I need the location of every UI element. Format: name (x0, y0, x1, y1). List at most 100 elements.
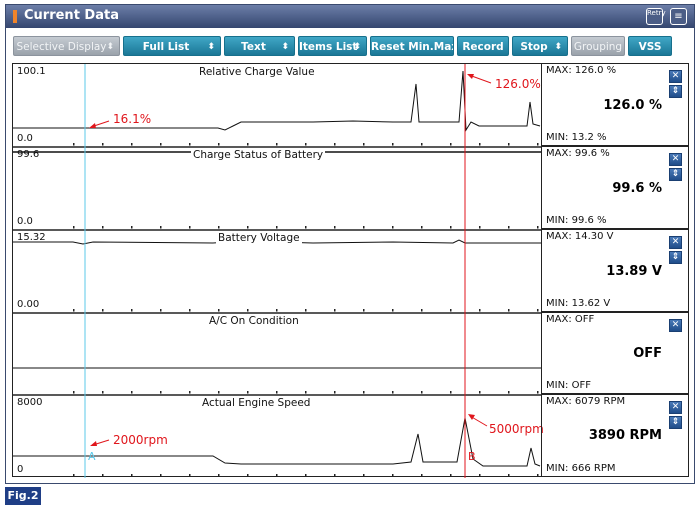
tick-mark (392, 309, 394, 312)
close-icon[interactable]: ✕ (669, 153, 682, 166)
annotation-relative-charge-min: 16.1% (113, 112, 152, 126)
tick-mark (305, 391, 307, 394)
tick-mark (160, 309, 162, 312)
tick-mark (421, 474, 423, 477)
tick-mark (450, 474, 452, 477)
tick-mark (508, 309, 510, 312)
tick-mark (218, 474, 220, 477)
tick-mark (218, 391, 220, 394)
tick-mark (73, 474, 75, 477)
tick-mark (131, 309, 133, 312)
annotation-relative-charge-max: 126.0% (495, 77, 541, 91)
tick-mark (218, 309, 220, 312)
tick-mark (479, 226, 481, 229)
reorder-icon[interactable]: ⇕ (669, 85, 682, 98)
tick-mark (479, 143, 481, 146)
close-icon[interactable]: ✕ (669, 401, 682, 414)
tick-mark (479, 309, 481, 312)
graph-3-title: Battery Voltage (216, 232, 302, 244)
tick-mark (363, 391, 365, 394)
figure-label: Fig.2 (5, 487, 41, 505)
tick-mark (102, 226, 104, 229)
retry-icon[interactable]: Retry (646, 8, 666, 25)
tick-mark (421, 309, 423, 312)
spinner-icon: ⬍ (106, 42, 114, 52)
panel-current-value: 126.0 % (603, 98, 662, 113)
tick-marks (73, 143, 539, 477)
tick-mark (189, 391, 191, 394)
record-button[interactable]: Record (457, 36, 509, 56)
tick-mark (102, 391, 104, 394)
graph-3-min: 0.00 (17, 299, 40, 310)
tick-mark (131, 143, 133, 146)
current-data-window: Current Data Retry ≡ Selective Display ⬍ … (5, 4, 695, 484)
annotation-peak-rpm: 5000rpm (489, 422, 544, 436)
panel-min: MIN: 666 RPM (546, 463, 616, 474)
close-icon[interactable]: ✕ (669, 70, 682, 83)
tick-mark (450, 309, 452, 312)
tick-mark (508, 474, 510, 477)
tick-mark (537, 309, 539, 312)
full-list-dropdown[interactable]: Full List ⬍ (123, 36, 221, 56)
graph-canvas (13, 64, 542, 478)
tick-mark (131, 474, 133, 477)
tick-mark (363, 143, 365, 146)
menu-icon[interactable]: ≡ (670, 8, 687, 25)
stop-dropdown[interactable]: Stop ⬍ (512, 36, 568, 56)
reorder-icon[interactable]: ⇕ (669, 416, 682, 429)
value-panel-ac-condition: MAX: OFF OFF MIN: OFF ✕ (542, 313, 688, 395)
arrow-head (468, 414, 475, 420)
reorder-icon[interactable]: ⇕ (669, 251, 682, 264)
tick-mark (189, 226, 191, 229)
grouping-button[interactable]: Grouping (571, 36, 625, 56)
items-list-label: Items List (299, 41, 358, 53)
value-panels: MAX: 126.0 % 126.0 % MIN: 13.2 % ✕ ⇕ MAX… (541, 63, 689, 477)
cursor-a-label: A (88, 450, 96, 463)
tick-mark (131, 226, 133, 229)
tick-mark (392, 391, 394, 394)
relative-charge-trace (13, 70, 541, 132)
close-icon[interactable]: ✕ (669, 319, 682, 332)
selective-display-dropdown[interactable]: Selective Display ⬍ (13, 36, 120, 56)
tick-mark (160, 474, 162, 477)
reset-minmax-button[interactable]: Reset Min.Max (370, 36, 454, 56)
panel-max: MAX: 6079 RPM (546, 396, 626, 407)
graph-3-max: 15.32 (17, 232, 46, 243)
tick-mark (334, 474, 336, 477)
arrow-head (90, 441, 97, 446)
cursor-b-label: B (468, 450, 476, 463)
full-list-label: Full List (142, 41, 190, 53)
tick-mark (479, 391, 481, 394)
tick-mark (189, 474, 191, 477)
graph-2-title: Charge Status of Battery (191, 149, 326, 161)
tick-mark (247, 143, 249, 146)
tick-mark (305, 226, 307, 229)
tick-mark (102, 474, 104, 477)
tick-mark (73, 226, 75, 229)
tick-mark (276, 226, 278, 229)
panel-max: MAX: 99.6 % (546, 148, 610, 159)
tick-mark (450, 143, 452, 146)
tick-mark (276, 143, 278, 146)
close-icon[interactable]: ✕ (669, 236, 682, 249)
graph-5-title: Actual Engine Speed (202, 397, 311, 409)
tick-mark (450, 226, 452, 229)
value-panel-relative-charge: MAX: 126.0 % 126.0 % MIN: 13.2 % ✕ ⇕ (542, 64, 688, 147)
tick-mark (247, 391, 249, 394)
tick-mark (247, 226, 249, 229)
items-list-dropdown[interactable]: Items List ⬍ (298, 36, 367, 56)
tick-mark (334, 309, 336, 312)
graph-2-max: 99.6 (17, 149, 40, 160)
text-dropdown[interactable]: Text ⬍ (224, 36, 295, 56)
spinner-icon: ⬍ (281, 42, 289, 52)
tick-mark (537, 226, 539, 229)
tick-mark (537, 391, 539, 394)
reorder-icon[interactable]: ⇕ (669, 168, 682, 181)
tick-mark (305, 474, 307, 477)
tick-mark (479, 474, 481, 477)
graph-1-title: Relative Charge Value (199, 66, 315, 78)
tick-mark (160, 226, 162, 229)
window-title: Current Data (24, 8, 119, 23)
annotation-idle-rpm: 2000rpm (113, 433, 168, 447)
vss-button[interactable]: VSS (628, 36, 672, 56)
